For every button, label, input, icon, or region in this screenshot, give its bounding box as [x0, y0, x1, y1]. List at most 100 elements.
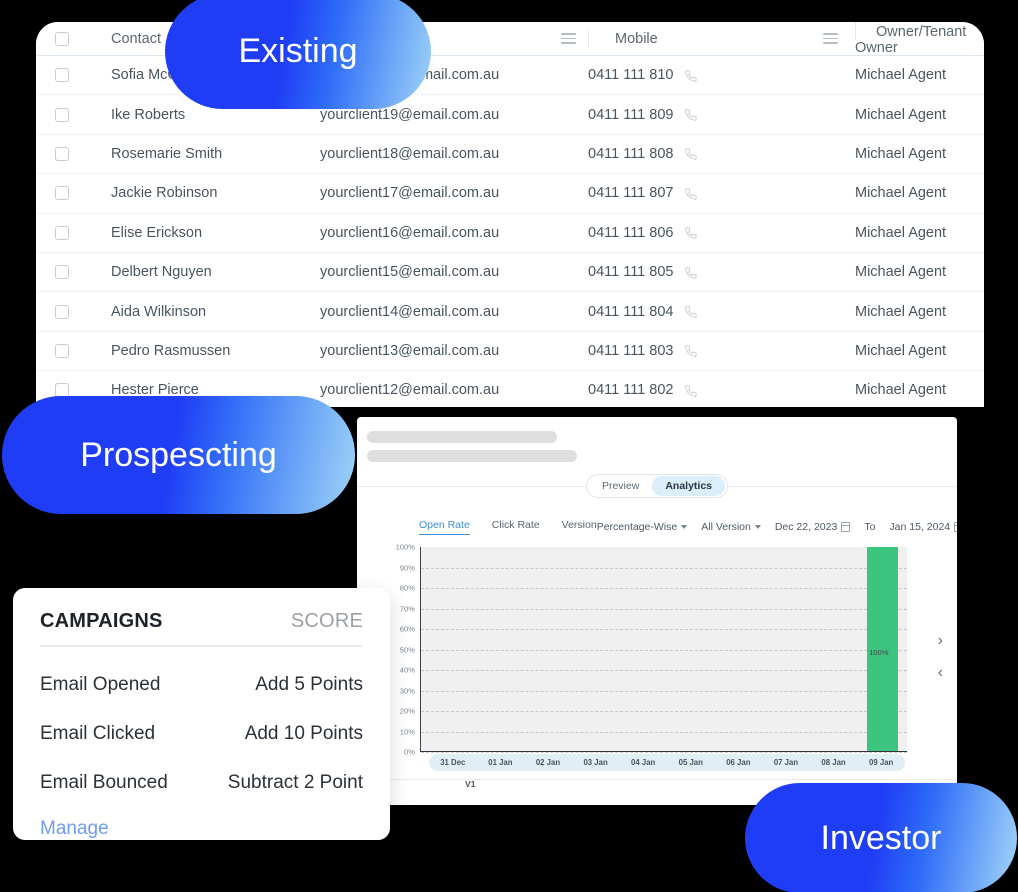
chart-gridline: [421, 711, 907, 712]
select-all-checkbox-cell[interactable]: [36, 31, 88, 46]
table-row[interactable]: Elise Erickson yourclient16@email.com.au 0…: [36, 213, 984, 253]
tab-click-rate[interactable]: Click Rate: [492, 519, 540, 535]
row-checkbox[interactable]: [55, 68, 69, 83]
tab-version[interactable]: Version: [562, 519, 597, 535]
row-checkbox[interactable]: [55, 225, 69, 240]
phone-icon[interactable]: [683, 68, 698, 83]
row-checkbox-cell[interactable]: [36, 107, 88, 122]
chart-y-tick: 20%: [399, 706, 415, 716]
cell-mobile-number: 0411 111 808: [588, 145, 674, 162]
cell-mobile: 0411 111 809: [588, 107, 810, 123]
row-checkbox[interactable]: [55, 186, 69, 201]
table-row[interactable]: Aida Wilkinson yourclient14@email.com.au 0…: [36, 292, 984, 332]
chevron-right-icon[interactable]: ›: [938, 633, 943, 649]
pill-existing[interactable]: Existing: [165, 0, 431, 109]
chart-pagination-controls: › ‹: [938, 633, 943, 681]
phone-icon[interactable]: [683, 146, 698, 161]
cell-contact-name: Jackie Robinson: [111, 185, 218, 202]
row-checkbox-cell[interactable]: [36, 343, 88, 358]
campaign-rule-label: Email Clicked: [40, 723, 156, 744]
chart-gridline: [421, 588, 907, 589]
campaign-rule-label: Email Bounced: [40, 772, 168, 793]
hamburger-icon[interactable]: [822, 33, 838, 44]
phone-icon[interactable]: [683, 107, 698, 122]
date-from-value: Dec 22, 2023: [774, 521, 838, 533]
pill-investor[interactable]: Investor: [745, 783, 1017, 892]
dropdown-version[interactable]: All Version: [701, 521, 761, 533]
cell-mobile: 0411 111 803: [588, 343, 810, 359]
campaign-rule-label: Email Opened: [40, 674, 161, 695]
loading-placeholder-group: [357, 417, 957, 462]
manage-link[interactable]: Manage: [40, 818, 363, 840]
row-checkbox-cell[interactable]: [36, 146, 88, 161]
row-checkbox[interactable]: [55, 343, 69, 358]
phone-icon[interactable]: [683, 343, 698, 358]
cell-email: yourclient18@email.com.au: [320, 145, 500, 162]
tab-open-rate[interactable]: Open Rate: [419, 519, 470, 535]
column-divider: [588, 29, 589, 48]
chart-x-tick: 03 Jan: [583, 758, 608, 767]
panel-divider: [357, 779, 957, 780]
column-header-owner-cell: Owner/Tenant Owner: [850, 22, 984, 56]
chevron-left-icon[interactable]: ‹: [938, 665, 943, 681]
table-row[interactable]: Pedro Rasmussen yourclient13@email.com.au…: [36, 331, 984, 372]
chart-gridline: [421, 752, 907, 753]
row-checkbox[interactable]: [55, 304, 69, 319]
column-header-owner[interactable]: Owner/Tenant Owner: [855, 24, 966, 56]
chart-gridline: [421, 629, 907, 630]
column-menu-mobile[interactable]: [810, 33, 850, 44]
cell-contact-name: Pedro Rasmussen: [111, 342, 231, 359]
column-menu-email[interactable]: [548, 33, 588, 44]
cell-mobile-number: 0411 111 809: [588, 106, 674, 123]
row-checkbox[interactable]: [55, 107, 69, 122]
date-to-field[interactable]: Jan 15, 2024: [889, 521, 957, 533]
date-to-value: Jan 15, 2024: [889, 521, 951, 533]
row-checkbox[interactable]: [55, 146, 69, 161]
phone-icon[interactable]: [683, 265, 698, 280]
phone-icon[interactable]: [683, 186, 698, 201]
dropdown-percentage-wise[interactable]: Percentage-Wise: [597, 521, 688, 533]
phone-icon[interactable]: [683, 304, 698, 319]
skeleton-bar: [367, 431, 557, 443]
cell-email: yourclient14@email.com.au: [320, 303, 500, 320]
chart-legend-v1: V1: [465, 779, 476, 789]
date-from-field[interactable]: Dec 22, 2023: [774, 521, 851, 533]
chart-y-tick: 100%: [395, 542, 415, 552]
table-row[interactable]: Ike Roberts yourclient19@email.com.au 0411…: [36, 95, 984, 135]
campaigns-score-card: CAMPAIGNS SCORE Email Opened Add 5 Point…: [13, 588, 390, 840]
tab-analytics[interactable]: Analytics: [652, 476, 726, 496]
table-body: Sofia McGowanyourclient20@email.com.au04…: [36, 56, 984, 407]
table-row[interactable]: Rosemarie Smith yourclient18@email.com.au…: [36, 134, 984, 175]
chart-gridline: [421, 731, 907, 733]
dropdown-version-label: All Version: [701, 521, 751, 533]
row-checkbox-cell[interactable]: [36, 68, 88, 83]
campaign-rule-value: Add 5 Points: [255, 674, 363, 695]
chart-y-axis-ticks: 100% 90% 80% 70% 60% 50% 40% 30% 20% 10% 0%: [387, 543, 419, 757]
pill-prospescting-label: Prospescting: [80, 435, 277, 474]
analytics-filter-bar: Open Rate Click Rate Version Percentage-…: [357, 503, 957, 535]
hamburger-icon[interactable]: [560, 33, 576, 44]
row-checkbox[interactable]: [55, 265, 69, 280]
phone-icon[interactable]: [683, 383, 698, 398]
chart-y-tick: 10%: [399, 727, 415, 736]
row-checkbox-cell[interactable]: [36, 304, 88, 319]
table-row[interactable]: Delbert Nguyen yourclient15@email.com.au 0…: [36, 252, 984, 293]
cell-mobile-number: 0411 111 802: [588, 382, 674, 399]
row-checkbox-cell[interactable]: [36, 225, 88, 240]
table-row[interactable]: Jackie Robinson yourclient17@email.com.au…: [36, 174, 984, 214]
skeleton-bar: [367, 450, 577, 462]
row-checkbox-cell[interactable]: [36, 265, 88, 280]
calendar-icon: [954, 522, 957, 532]
row-checkbox-cell[interactable]: [36, 186, 88, 201]
phone-icon[interactable]: [683, 225, 698, 240]
cell-email: yourclient17@email.com.au: [320, 185, 500, 202]
campaign-rule-row: Email Clicked Add 10 Points: [40, 723, 363, 745]
cell-owner: Michael Agent: [855, 342, 947, 359]
campaigns-title: CAMPAIGNS: [40, 610, 163, 632]
select-all-checkbox[interactable]: [55, 31, 69, 46]
chart-gridline: [421, 670, 907, 671]
column-header-mobile[interactable]: Mobile: [615, 31, 658, 47]
pill-prospescting[interactable]: Prospescting: [2, 396, 355, 514]
tab-preview[interactable]: Preview: [589, 476, 652, 496]
dropdown-percentage-wise-label: Percentage-Wise: [596, 521, 678, 533]
